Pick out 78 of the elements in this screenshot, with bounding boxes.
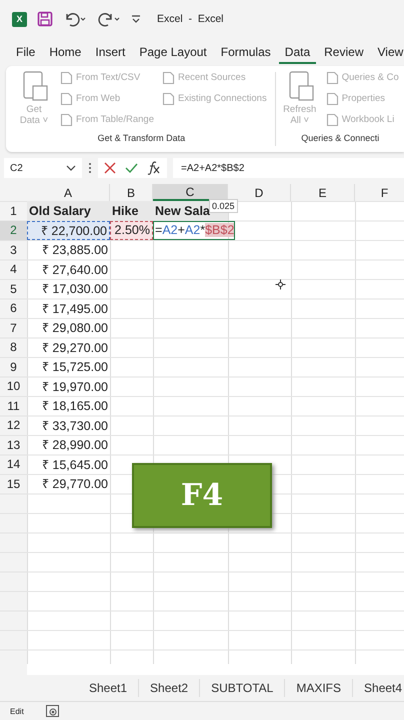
document-icon <box>326 112 339 126</box>
table-cell: 2.50% <box>110 220 153 240</box>
document-icon <box>60 92 73 106</box>
table-cell-text: ₹ 29,770.00 <box>40 476 109 494</box>
table-cell-text: ₹ 33,730.00 <box>40 418 109 435</box>
column-header[interactable]: E <box>291 184 355 201</box>
name-box[interactable]: C2 <box>4 158 82 178</box>
row-header[interactable]: 2 <box>0 220 27 240</box>
table-cell: ₹ 22,700.00 <box>27 220 110 240</box>
row-header[interactable]: 6 <box>0 298 27 318</box>
row-header[interactable]: 15 <box>0 474 27 494</box>
column-header[interactable]: B <box>110 184 153 201</box>
status-mode: Edit <box>10 706 24 716</box>
save-icon[interactable] <box>37 11 53 27</box>
table-cell: Old Salary <box>27 201 110 220</box>
customize-icon[interactable] <box>131 14 141 24</box>
table-cell-text: ₹ 23,885.00 <box>40 242 109 260</box>
row-header[interactable]: 11 <box>0 396 27 416</box>
ribbon-tab[interactable]: Data <box>278 40 316 64</box>
ribbon-tab[interactable]: View <box>372 40 404 64</box>
row-header[interactable]: 14 <box>0 454 27 474</box>
ribbon-tab[interactable]: Review <box>318 40 370 64</box>
more-icon[interactable] <box>88 162 92 174</box>
column-header[interactable]: A <box>27 184 110 201</box>
table-cell-text: ₹ 19,970.00 <box>40 378 109 396</box>
row-header[interactable]: 8 <box>0 338 27 357</box>
sheet-tab[interactable]: Sheet2 <box>139 679 200 697</box>
cancel-icon[interactable] <box>104 162 116 174</box>
sheet-tab[interactable]: SUBTOTAL <box>200 679 286 697</box>
move-cursor-icon <box>275 279 286 290</box>
ribbon-tab[interactable]: Page Layout <box>133 40 213 64</box>
document-icon <box>60 112 73 126</box>
table-cell: Hike <box>110 201 153 220</box>
table-cell-text: ₹ 15,725.00 <box>40 359 109 376</box>
document-icon <box>326 70 339 84</box>
sheet-tab[interactable]: MAXIFS <box>285 679 354 697</box>
group-label: Get & Transform Data <box>96 132 186 143</box>
key-overlay: F4 <box>132 463 272 528</box>
redo-icon[interactable] <box>97 11 121 27</box>
row-header[interactable]: 3 <box>0 240 27 260</box>
document-icon <box>326 92 339 106</box>
excel-logo-icon: X <box>12 12 27 26</box>
row-header[interactable]: 9 <box>0 357 27 376</box>
ribbon-tab[interactable]: Formulas <box>214 40 277 64</box>
table-cell-text: ₹ 17,030.00 <box>40 281 109 298</box>
ribbon-tab[interactable]: Insert <box>89 40 132 64</box>
document-icon <box>60 70 73 84</box>
formula-field[interactable]: =A2+A2*$B$2 <box>173 158 404 178</box>
table-cell-text: ₹ 18,165.00 <box>40 398 109 416</box>
table-cell-text: ₹ 29,270.00 <box>40 340 109 357</box>
row-header[interactable]: 5 <box>0 279 27 298</box>
sheet-tab[interactable]: Sheet1 <box>78 679 140 697</box>
column-header[interactable]: C <box>153 184 228 201</box>
row-header[interactable]: 7 <box>0 318 27 338</box>
table-cell-text: ₹ 28,990.00 <box>40 437 109 454</box>
table-cell-text: ₹ 29,080.00 <box>40 320 109 338</box>
document-icon <box>162 70 175 84</box>
value-tooltip: 0.025 <box>209 199 238 213</box>
ribbon-tab[interactable]: File <box>10 40 42 64</box>
window-title: Excel - Excel <box>157 13 224 25</box>
sheet-tab[interactable]: Sheet4 <box>353 679 404 697</box>
table-cell-text: ₹ 15,645.00 <box>40 456 109 474</box>
ribbon-tab[interactable]: Home <box>43 40 88 64</box>
row-header[interactable]: 4 <box>0 260 27 279</box>
row-header[interactable]: 13 <box>0 435 27 454</box>
row-header[interactable]: 12 <box>0 416 27 435</box>
column-header[interactable]: D <box>228 184 291 201</box>
table-cell-text: ₹ 27,640.00 <box>40 262 109 279</box>
column-header[interactable]: F <box>355 184 404 201</box>
cell-editor[interactable]: =A2+A2*$B$2 <box>153 220 235 240</box>
row-header[interactable]: 1 <box>0 201 27 220</box>
function-icon[interactable] <box>147 161 161 175</box>
group-label: Queries & Connecti <box>300 132 380 143</box>
row-header[interactable]: 10 <box>0 376 27 396</box>
document-icon <box>162 92 175 106</box>
table-cell-text: ₹ 17,495.00 <box>40 300 109 318</box>
macro-record-icon[interactable] <box>46 705 59 717</box>
enter-icon[interactable] <box>125 162 138 174</box>
